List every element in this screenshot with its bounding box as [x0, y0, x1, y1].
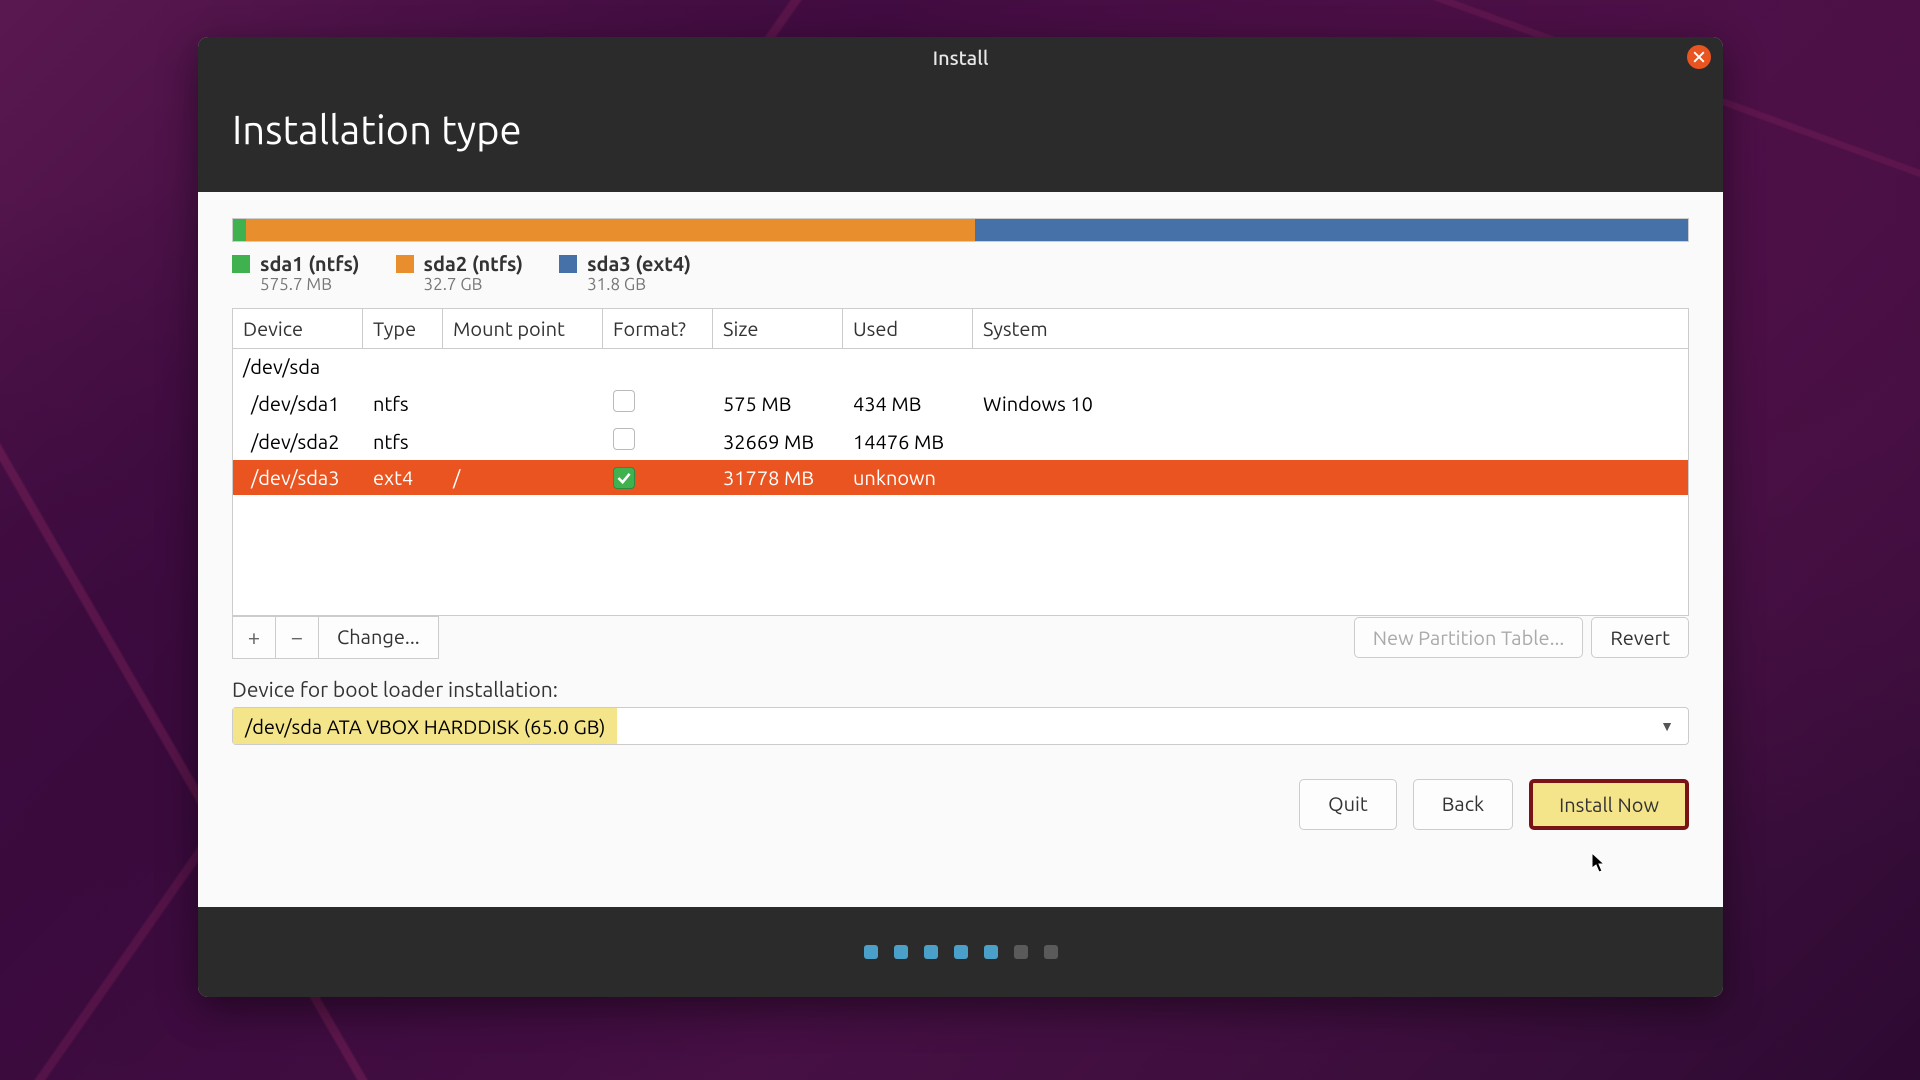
table-row[interactable]: /dev/sda3ext4/ 31778 MBunknown	[233, 460, 1688, 495]
legend-size: 31.8 GB	[587, 275, 691, 294]
progress-indicator	[198, 907, 1723, 997]
progress-dot	[1014, 945, 1028, 959]
cell-type: ext4	[363, 460, 443, 495]
cell-used: unknown	[843, 460, 973, 495]
legend-item: sda1 (ntfs)575.7 MB	[232, 252, 360, 294]
table-body: /dev/sda /dev/sda1ntfs 575 MB434 MBWindow…	[233, 349, 1688, 615]
progress-dot	[864, 945, 878, 959]
add-partition-button[interactable]: +	[232, 616, 276, 659]
col-device[interactable]: Device	[233, 309, 363, 348]
legend-name: sda2 (ntfs)	[424, 252, 524, 275]
bootloader-label: Device for boot loader installation:	[232, 677, 1689, 701]
window-title: Install	[933, 46, 989, 69]
legend-item: sda3 (ext4)31.8 GB	[559, 252, 691, 294]
page-header: Installation type	[198, 77, 1723, 192]
cell-device: /dev/sda2	[233, 424, 363, 459]
cell-mount: /	[443, 460, 603, 495]
cell-system	[973, 435, 1688, 447]
revert-button[interactable]: Revert	[1591, 617, 1689, 658]
cell-size: 32669 MB	[713, 424, 843, 459]
progress-dot	[894, 945, 908, 959]
change-partition-button[interactable]: Change...	[318, 616, 439, 659]
disk-row[interactable]: /dev/sda	[233, 349, 1688, 384]
titlebar: Install	[198, 37, 1723, 77]
table-row[interactable]: /dev/sda2ntfs 32669 MB14476 MB	[233, 422, 1688, 460]
legend: sda1 (ntfs)575.7 MBsda2 (ntfs)32.7 GBsda…	[232, 252, 1689, 294]
disk-usage-bar	[232, 218, 1689, 242]
legend-size: 32.7 GB	[424, 275, 524, 294]
col-format[interactable]: Format?	[603, 309, 713, 348]
legend-swatch	[232, 255, 250, 273]
table-toolbar: + − Change... New Partition Table... Rev…	[232, 616, 1689, 659]
progress-dot	[954, 945, 968, 959]
install-now-button[interactable]: Install Now	[1529, 779, 1689, 830]
back-button[interactable]: Back	[1413, 779, 1513, 830]
format-checkbox[interactable]	[613, 390, 635, 412]
cell-system	[973, 472, 1688, 484]
partition-table: Device Type Mount point Format? Size Use…	[232, 308, 1689, 616]
cell-used: 14476 MB	[843, 424, 973, 459]
cell-format	[603, 422, 713, 460]
cell-mount	[443, 435, 603, 447]
progress-dot	[984, 945, 998, 959]
col-used[interactable]: Used	[843, 309, 973, 348]
remove-partition-button[interactable]: −	[275, 616, 319, 659]
format-checkbox[interactable]	[613, 428, 635, 450]
table-header: Device Type Mount point Format? Size Use…	[233, 309, 1688, 349]
col-type[interactable]: Type	[363, 309, 443, 348]
cell-system: Windows 10	[973, 386, 1688, 421]
content-area: sda1 (ntfs)575.7 MBsda2 (ntfs)32.7 GBsda…	[198, 192, 1723, 907]
cell-format	[603, 460, 713, 495]
legend-size: 575.7 MB	[260, 275, 360, 294]
bootloader-select[interactable]: /dev/sda ATA VBOX HARDDISK (65.0 GB) ▼	[232, 707, 1689, 745]
cell-device: /dev/sda3	[233, 460, 363, 495]
bootloader-value: /dev/sda ATA VBOX HARDDISK (65.0 GB)	[233, 708, 617, 744]
disk-segment-blue	[975, 219, 1688, 241]
cell-mount	[443, 397, 603, 409]
cell-type: ntfs	[363, 386, 443, 421]
installer-window: Install Installation type sda1 (ntfs)575…	[198, 37, 1723, 997]
cell-size: 31778 MB	[713, 460, 843, 495]
legend-swatch	[559, 255, 577, 273]
format-checkbox[interactable]	[613, 467, 635, 489]
col-mount[interactable]: Mount point	[443, 309, 603, 348]
cell-type: ntfs	[363, 424, 443, 459]
col-size[interactable]: Size	[713, 309, 843, 348]
disk-segment-green	[233, 219, 246, 241]
chevron-down-icon: ▼	[1646, 718, 1688, 734]
cell-device: /dev/sda1	[233, 386, 363, 421]
nav-buttons: Quit Back Install Now	[232, 779, 1689, 830]
legend-name: sda3 (ext4)	[587, 252, 691, 275]
legend-name: sda1 (ntfs)	[260, 252, 360, 275]
progress-dot	[924, 945, 938, 959]
col-system[interactable]: System	[973, 309, 1688, 348]
page-title: Installation type	[232, 107, 1689, 152]
new-partition-table-button[interactable]: New Partition Table...	[1354, 617, 1584, 658]
cell-size: 575 MB	[713, 386, 843, 421]
legend-swatch	[396, 255, 414, 273]
disk-segment-orange	[246, 219, 975, 241]
progress-dot	[1044, 945, 1058, 959]
table-row[interactable]: /dev/sda1ntfs 575 MB434 MBWindows 10	[233, 384, 1688, 422]
cell-format	[603, 384, 713, 422]
quit-button[interactable]: Quit	[1299, 779, 1397, 830]
close-icon[interactable]	[1687, 45, 1711, 69]
cell-used: 434 MB	[843, 386, 973, 421]
legend-item: sda2 (ntfs)32.7 GB	[396, 252, 524, 294]
